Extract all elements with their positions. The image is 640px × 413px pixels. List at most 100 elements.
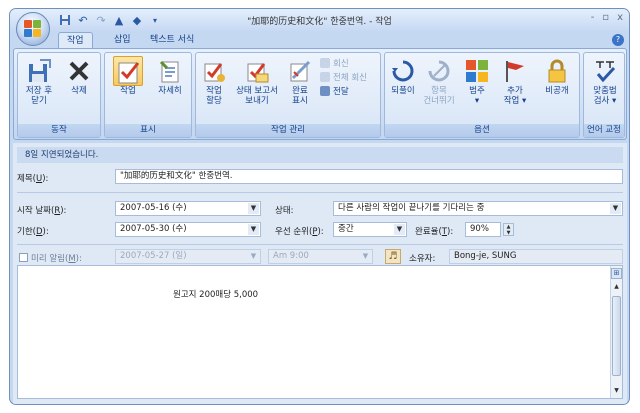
group-show: 작업 자세히 표시 <box>104 52 192 138</box>
skip-occurrence-label: 항목 건너뛰기 <box>423 86 455 106</box>
group-label-proofing: 언어 교정 <box>584 124 624 137</box>
assign-task-button[interactable]: 작업 할당 <box>198 56 230 106</box>
maximize-button[interactable]: ▫ <box>602 12 609 23</box>
group-manage-task: 작업 할당 상태 보고서 보내기 완료 표시 회신 전체 회신 전달 작업 관리 <box>195 52 381 138</box>
subject-field[interactable]: "加耶的历史和文化" 한중번역. <box>115 169 623 184</box>
window-controls: - ▫ x <box>591 12 623 23</box>
spelling-check-icon <box>596 61 616 83</box>
vertical-scrollbar[interactable]: ⊞ ▲ ▼ <box>610 266 622 398</box>
reminder-checkbox[interactable] <box>19 253 28 262</box>
details-button[interactable]: 자세히 <box>151 56 189 96</box>
window-title: "加耶的历史和文化" 한중번역. - 작업 <box>247 17 392 27</box>
percent-spinner[interactable]: ▲ ▼ <box>503 223 514 236</box>
due-date-field[interactable]: 2007-05-30 (수) ▼ <box>115 222 261 237</box>
details-label: 자세히 <box>158 86 182 96</box>
chevron-down-icon[interactable]: ▼ <box>248 224 259 235</box>
office-button[interactable] <box>16 12 50 46</box>
minimize-button[interactable]: - <box>591 12 595 23</box>
reminder-time-value: Am 9:00 <box>273 251 309 261</box>
group-label-manage-task: 작업 관리 <box>196 124 380 137</box>
follow-up-button[interactable]: 추가 작업 ▾ <box>495 56 535 106</box>
assign-task-label: 작업 할당 <box>206 86 222 106</box>
save-close-button[interactable]: 저장 후 닫기 <box>20 56 58 106</box>
reply-label: 회신 <box>333 59 349 69</box>
delete-button[interactable]: 삭제 <box>60 56 98 96</box>
divider <box>17 244 623 245</box>
details-icon <box>159 60 179 83</box>
tab-format-text[interactable]: 텍스트 서식 <box>142 32 202 49</box>
reminder-time-field[interactable]: Am 9:00 ▼ <box>268 249 373 264</box>
follow-up-label: 추가 작업 ▾ <box>503 86 527 106</box>
spelling-button[interactable]: 맞춤법 검사 ▾ <box>586 56 624 106</box>
divider <box>17 192 623 193</box>
reminder-sound-icon[interactable]: ♬ <box>385 249 401 264</box>
flag-icon <box>506 61 524 82</box>
ruler-toggle-icon[interactable]: ⊞ <box>611 268 622 279</box>
reminder-date-field[interactable]: 2007-05-27 (일) ▼ <box>115 249 261 264</box>
scroll-thumb[interactable] <box>612 296 621 376</box>
priority-select[interactable]: 중간 ▼ <box>333 222 407 237</box>
tab-insert[interactable]: 삽입 <box>106 32 139 49</box>
categorize-icon <box>466 60 488 82</box>
chevron-down-icon[interactable]: ▼ <box>610 203 621 214</box>
scroll-down-icon[interactable]: ▼ <box>612 386 621 395</box>
forward-label: 전달 <box>333 87 349 97</box>
chevron-down-icon[interactable]: ▼ <box>248 203 259 214</box>
status-select[interactable]: 다른 사람의 작업이 끝나기를 기다리는 중 ▼ <box>333 201 623 216</box>
reply-button[interactable]: 회신 <box>320 57 349 69</box>
subject-label: 제목(U): <box>17 174 49 184</box>
recurrence-button[interactable]: 되풀이 <box>387 56 419 96</box>
owner-label: 소유자: <box>409 254 436 264</box>
group-label-actions: 동작 <box>18 124 100 137</box>
delete-label: 삭제 <box>71 86 87 96</box>
close-button[interactable]: x <box>617 12 623 23</box>
forward-icon <box>320 86 330 96</box>
status-label: 상태: <box>275 206 294 216</box>
chevron-down-icon[interactable]: ▼ <box>360 251 371 262</box>
overdue-info-bar: 8일 지연되었습니다. <box>17 147 623 163</box>
start-date-value: 2007-05-16 (수) <box>120 203 187 213</box>
send-status-report-button[interactable]: 상태 보고서 보내기 <box>230 56 284 106</box>
reply-all-button[interactable]: 전체 회신 <box>320 71 367 83</box>
task-body-editor[interactable]: 원고지 200매당 5,000 ⊞ ▲ ▼ <box>17 265 623 399</box>
group-proofing: 맞춤법 검사 ▾ 언어 교정 <box>583 52 625 138</box>
save-close-label: 저장 후 닫기 <box>25 86 53 106</box>
mark-complete-label: 완료 표시 <box>292 86 308 106</box>
start-date-field[interactable]: 2007-05-16 (수) ▼ <box>115 201 261 216</box>
chevron-down-icon[interactable]: ▼ <box>394 224 405 235</box>
due-date-value: 2007-05-30 (수) <box>120 224 187 234</box>
reminder-label: 미리 알림(M): <box>31 254 82 264</box>
percent-complete-label: 완료율(T): <box>415 227 454 237</box>
body-text: 원고지 200매당 5,000 <box>173 290 259 300</box>
private-button[interactable]: 비공개 <box>537 56 577 96</box>
title-bar: ↶ ↷ ▲ ◆ ▾ "加耶的历史和文化" 한중번역. - 작업 - ▫ x <box>10 9 629 31</box>
mark-complete-icon <box>290 60 311 82</box>
group-actions: 저장 후 닫기 삭제 동작 <box>17 52 101 138</box>
scroll-up-icon[interactable]: ▲ <box>612 282 621 291</box>
save-close-icon <box>29 59 51 82</box>
tab-task[interactable]: 작업 <box>58 32 93 49</box>
task-icon <box>118 62 140 84</box>
chevron-down-icon[interactable]: ▼ <box>248 251 259 262</box>
reminder-date-value: 2007-05-27 (일) <box>120 251 187 261</box>
forward-button[interactable]: 전달 <box>320 85 349 97</box>
recurrence-label: 되풀이 <box>391 86 415 96</box>
mark-complete-button[interactable]: 완료 표시 <box>284 56 316 106</box>
categorize-label: 범주 ▾ <box>469 86 485 106</box>
percent-complete-field[interactable]: 90% <box>465 222 501 237</box>
skip-occurrence-button[interactable]: 항목 건너뛰기 <box>419 56 459 106</box>
help-icon[interactable]: ? <box>612 34 624 46</box>
task-form: 8일 지연되었습니다. 제목(U): "加耶的历史和文化" 한중번역. 시작 날… <box>13 143 627 404</box>
spelling-label: 맞춤법 검사 ▾ <box>593 86 617 106</box>
categorize-button[interactable]: 범주 ▾ <box>461 56 493 106</box>
skip-occurrence-icon <box>428 60 450 82</box>
ribbon-tabs: 작업 삽입 텍스트 서식 <box>10 31 629 49</box>
reply-icon <box>320 58 330 68</box>
priority-value: 중간 <box>338 224 354 234</box>
group-options: 되풀이 항목 건너뛰기 범주 ▾ 추가 작업 ▾ 비공개 옵션 <box>384 52 580 138</box>
owner-field: Bong-je, SUNG <box>449 249 623 264</box>
task-window: ↶ ↷ ▲ ◆ ▾ "加耶的历史和文化" 한중번역. - 작업 - ▫ x 작업… <box>9 8 630 405</box>
task-view-button[interactable]: 작업 <box>109 56 147 96</box>
assign-task-icon <box>204 63 225 82</box>
group-label-show: 표시 <box>105 124 191 137</box>
